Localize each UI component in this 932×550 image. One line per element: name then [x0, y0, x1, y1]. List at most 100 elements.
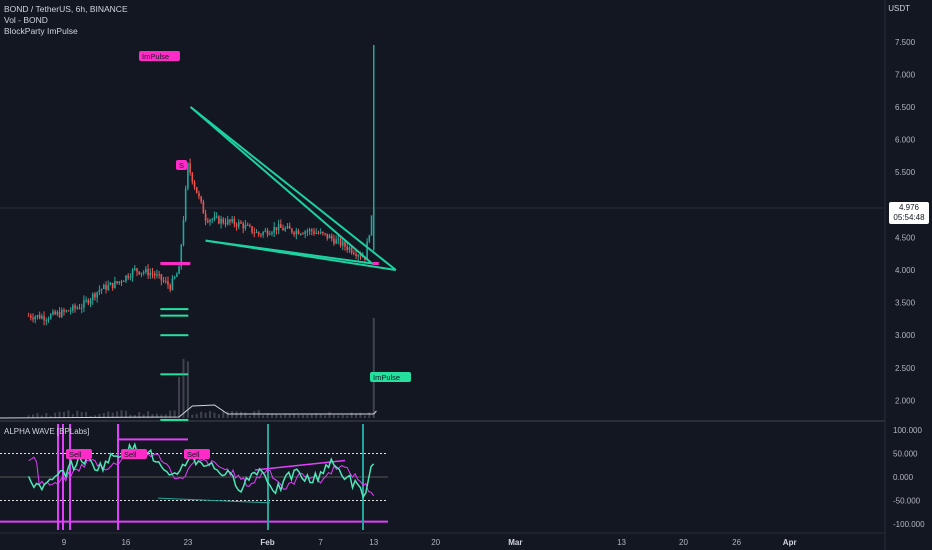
candle-body [45, 319, 48, 321]
sell-tag: Sell [69, 450, 82, 459]
candle-body [151, 272, 154, 274]
candle-body [244, 224, 247, 229]
candle-body [337, 238, 340, 240]
candle-body [198, 193, 200, 197]
volume-bar [204, 412, 207, 418]
candle-body [47, 318, 50, 320]
volume-bar [67, 410, 70, 418]
candle-body [167, 281, 169, 286]
candle-body [67, 310, 70, 312]
symbol-title[interactable]: BOND / TetherUS, 6h, BINANCE [4, 4, 128, 15]
candle-body [182, 219, 185, 245]
candle-body [213, 216, 216, 220]
candle-body [357, 255, 360, 257]
volume-bar [178, 376, 181, 418]
candle-body [158, 274, 160, 276]
candle-body [291, 228, 293, 233]
volume-bar [244, 412, 247, 418]
sell-tag: Sell [124, 450, 137, 459]
price-tick-label: 2.500 [895, 364, 916, 373]
candle-body [111, 282, 114, 288]
volume-bar [310, 414, 313, 418]
candle-body [240, 222, 242, 224]
candle-body [54, 311, 56, 315]
osc-high-bar [118, 438, 188, 441]
candle-body [266, 230, 269, 235]
volume-bar [191, 414, 194, 418]
candle-body [313, 231, 315, 234]
volume-bar [306, 414, 309, 418]
candle-body [69, 310, 72, 312]
time-tick-label: 7 [318, 538, 323, 547]
candle-body [262, 231, 264, 235]
impulse-tag-green: ImPulse [373, 373, 400, 382]
candle-body [246, 224, 249, 226]
candle-body [264, 230, 267, 232]
oscillator-title[interactable]: ALPHA WAVE [BPLabs] [4, 427, 89, 436]
candle-body [366, 241, 368, 260]
volume-bar [262, 415, 265, 418]
indicator-legend[interactable]: BlockParty ImPulse [4, 26, 128, 37]
candle-body [134, 268, 136, 270]
candle-body [100, 288, 103, 290]
candle-body [257, 232, 260, 235]
candle-body [328, 235, 331, 239]
level-marker-green [160, 308, 189, 311]
candle-body [209, 219, 211, 222]
candle-body [330, 235, 333, 239]
volume-bar [217, 414, 220, 418]
volume-bar [332, 414, 335, 418]
volume-bar [350, 412, 353, 418]
candle-body [109, 282, 112, 286]
time-tick-label: 9 [62, 538, 67, 547]
candle-body [284, 228, 287, 231]
candle-body [41, 316, 43, 319]
price-chart[interactable]: 7.5007.0006.5006.0005.5005.0004.5004.000… [0, 0, 932, 550]
candle-body [87, 299, 90, 304]
chart-legend: BOND / TetherUS, 6h, BINANCE Vol - BOND … [4, 4, 128, 37]
last-price: 4.976 [898, 203, 920, 212]
candle-body [169, 285, 171, 290]
candle-body [80, 307, 83, 309]
candle-body [120, 281, 123, 283]
candle-body [176, 273, 178, 277]
candle-body [229, 219, 231, 222]
candle-body [271, 232, 273, 234]
candle-body [65, 310, 68, 312]
volume-bar [63, 411, 65, 418]
candle-body [56, 311, 59, 315]
impulse-tag: ImPulse [142, 52, 169, 61]
volume-bar [226, 411, 229, 418]
currency-label: USDT [888, 4, 910, 13]
candle-body [235, 224, 238, 227]
candle-body [304, 231, 306, 234]
candle-body [315, 232, 318, 234]
wedge-upper-extension [189, 106, 397, 271]
candle-body [297, 230, 300, 235]
volume-bar [372, 318, 375, 418]
candle-body [195, 187, 198, 194]
candle-body [189, 163, 191, 173]
time-tick-label: 16 [121, 538, 130, 547]
candle-body [346, 246, 348, 250]
candle-body [220, 218, 222, 224]
level-marker-green [160, 314, 189, 317]
volume-bar [293, 414, 296, 418]
volume-bar [368, 412, 371, 418]
price-tick-label: 7.500 [895, 38, 916, 47]
time-tick-label: 26 [732, 538, 741, 547]
candle-body [251, 226, 253, 233]
volume-legend[interactable]: Vol - BOND [4, 15, 128, 26]
price-tick-label: 3.000 [895, 331, 916, 340]
osc-tick-label: -50.000 [893, 497, 921, 506]
s-tag: S [179, 161, 184, 170]
volume-bar [36, 413, 39, 418]
candle-body [311, 229, 313, 232]
candle-body [211, 219, 214, 221]
volume-bar [324, 415, 327, 418]
volume-bar [297, 415, 300, 418]
volume-bar [363, 415, 366, 418]
candle-body [288, 226, 291, 229]
candle-body [83, 300, 85, 308]
osc-tick-label: 50.000 [893, 450, 918, 459]
